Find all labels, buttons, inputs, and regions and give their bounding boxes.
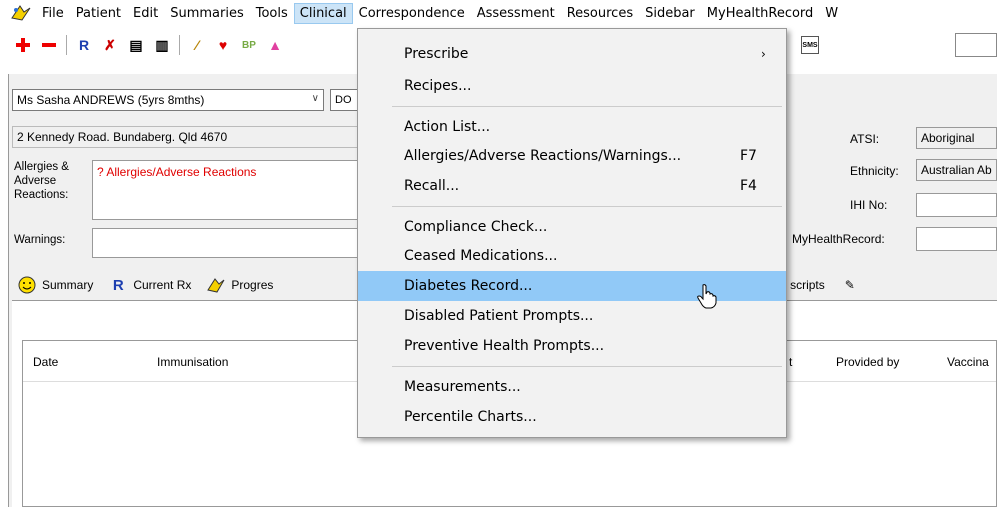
menu-bar: File Patient Edit Summaries Tools Clinic… — [0, 0, 997, 26]
bp-icon[interactable]: BP — [240, 36, 258, 54]
warnings-label: Warnings: — [14, 234, 66, 246]
patient-selector[interactable]: Ms Sasha ANDREWS (5yrs 8mths) ∨ — [12, 89, 324, 111]
menu-item-label: Disabled Patient Prompts... — [404, 308, 594, 324]
menu-patient[interactable]: Patient — [70, 3, 127, 24]
toolbar-divider — [66, 35, 67, 55]
submenu-arrow-icon: › — [761, 47, 766, 61]
menu-item-recipes[interactable]: Recipes... — [358, 71, 786, 101]
menu-item-label: Measurements... — [404, 379, 521, 395]
column-batch[interactable]: t — [789, 355, 792, 369]
myhealthrecord-field — [916, 227, 997, 251]
tab-current-rx[interactable]: Current Rx — [133, 278, 191, 292]
shortcut-label: F4 — [740, 178, 757, 194]
form-icon[interactable]: ▤ — [127, 36, 145, 54]
ihi-label: IHI No: — [850, 198, 888, 212]
tab-progress[interactable]: Progres — [231, 278, 273, 292]
chevron-down-icon[interactable]: ∨ — [312, 93, 319, 104]
toolbar-search-field[interactable] — [955, 33, 997, 57]
ihi-field — [916, 193, 997, 217]
smiley-icon — [18, 276, 36, 294]
menu-divider — [392, 106, 782, 107]
menu-item-label: Percentile Charts... — [404, 409, 537, 425]
menu-item-label: Ceased Medications... — [404, 248, 558, 264]
menu-correspondence[interactable]: Correspondence — [353, 3, 471, 24]
ethnicity-label: Ethnicity: — [850, 164, 899, 178]
lungs-icon[interactable]: ▲ — [266, 36, 284, 54]
menu-item-label: Recipes... — [404, 78, 472, 94]
warnings-field[interactable] — [92, 228, 362, 258]
column-immunisation[interactable]: Immunisation — [157, 355, 228, 369]
menu-item-action-list[interactable]: Action List... — [358, 112, 786, 142]
menu-summaries[interactable]: Summaries — [164, 3, 250, 24]
hand-cursor-icon — [697, 284, 717, 309]
rx-icon: R — [112, 276, 124, 294]
tab-summary[interactable]: Summary — [42, 278, 93, 292]
remove-icon[interactable] — [40, 36, 58, 54]
menu-assessment[interactable]: Assessment — [471, 3, 561, 24]
menu-item-label: Diabetes Record... — [404, 278, 533, 294]
menu-item-label: Prescribe — [404, 46, 469, 62]
menu-item-label: Allergies/Adverse Reactions/Warnings... — [404, 148, 682, 164]
prescription-icon[interactable]: R — [75, 36, 93, 54]
ethnicity-field: Australian Ab — [916, 159, 997, 181]
column-provided-by[interactable]: Provided by — [836, 355, 899, 369]
menu-item-allergies[interactable]: Allergies/Adverse Reactions/Warnings... … — [358, 141, 786, 171]
menu-edit[interactable]: Edit — [127, 3, 164, 24]
menu-item-compliance-check[interactable]: Compliance Check... — [358, 212, 786, 242]
address-field: 2 Kennedy Road. Bundaberg. Qld 4670 — [12, 126, 362, 148]
menu-item-percentile-charts[interactable]: Percentile Charts... — [358, 402, 786, 432]
allergies-field[interactable]: ? Allergies/Adverse Reactions — [92, 160, 362, 220]
patient-name: Ms Sasha ANDREWS (5yrs 8mths) — [17, 93, 205, 107]
shortcut-label: F7 — [740, 148, 757, 164]
column-date[interactable]: Date — [33, 355, 58, 369]
toolbar-divider — [179, 35, 180, 55]
myhealthrecord-label: MyHealthRecord: — [792, 232, 885, 246]
running-man-icon[interactable]: ✗ — [101, 36, 119, 54]
menu-item-ceased-medications[interactable]: Ceased Medications... — [358, 241, 786, 271]
heart-icon[interactable]: ♥ — [214, 36, 232, 54]
needle-icon[interactable]: ⁄ — [188, 36, 206, 54]
progress-icon — [207, 276, 225, 294]
clinical-menu: Prescribe › Recipes... Action List... Al… — [357, 28, 787, 438]
menu-item-diabetes-record[interactable]: Diabetes Record... — [358, 271, 786, 301]
atsi-field: Aboriginal — [916, 127, 997, 149]
menu-clinical[interactable]: Clinical — [293, 2, 353, 24]
column-vaccinator[interactable]: Vaccina — [947, 355, 989, 369]
menu-resources[interactable]: Resources — [561, 3, 639, 24]
menu-tools[interactable]: Tools — [250, 3, 294, 24]
menu-divider — [392, 206, 782, 207]
menu-item-preventive-health-prompts[interactable]: Preventive Health Prompts... — [358, 331, 786, 361]
sms-icon[interactable]: SMS — [801, 36, 819, 54]
app-logo-icon — [11, 5, 31, 21]
menu-item-label: Compliance Check... — [404, 219, 548, 235]
menu-window[interactable]: W — [819, 3, 844, 24]
book-icon[interactable]: ▥ — [153, 36, 171, 54]
menu-sidebar[interactable]: Sidebar — [639, 3, 701, 24]
menu-item-label: Action List... — [404, 119, 491, 135]
atsi-label: ATSI: — [850, 132, 880, 146]
menu-item-recall[interactable]: Recall... F4 — [358, 171, 786, 201]
menu-myhealthrecord[interactable]: MyHealthRecord — [701, 3, 820, 24]
add-patient-icon[interactable] — [14, 36, 32, 54]
menu-item-measurements[interactable]: Measurements... — [358, 372, 786, 402]
dob-field[interactable]: DO — [330, 89, 360, 111]
menu-item-prescribe[interactable]: Prescribe › — [358, 39, 786, 69]
menu-item-label: Recall... — [404, 178, 460, 194]
menu-item-disabled-patient-prompts[interactable]: Disabled Patient Prompts... — [358, 301, 786, 331]
syringe-icon[interactable]: ✎ — [841, 276, 859, 294]
menu-item-label: Preventive Health Prompts... — [404, 338, 605, 354]
menu-divider — [392, 366, 782, 367]
allergies-label: Allergies & Adverse Reactions: — [14, 161, 69, 201]
menu-file[interactable]: File — [36, 3, 70, 24]
